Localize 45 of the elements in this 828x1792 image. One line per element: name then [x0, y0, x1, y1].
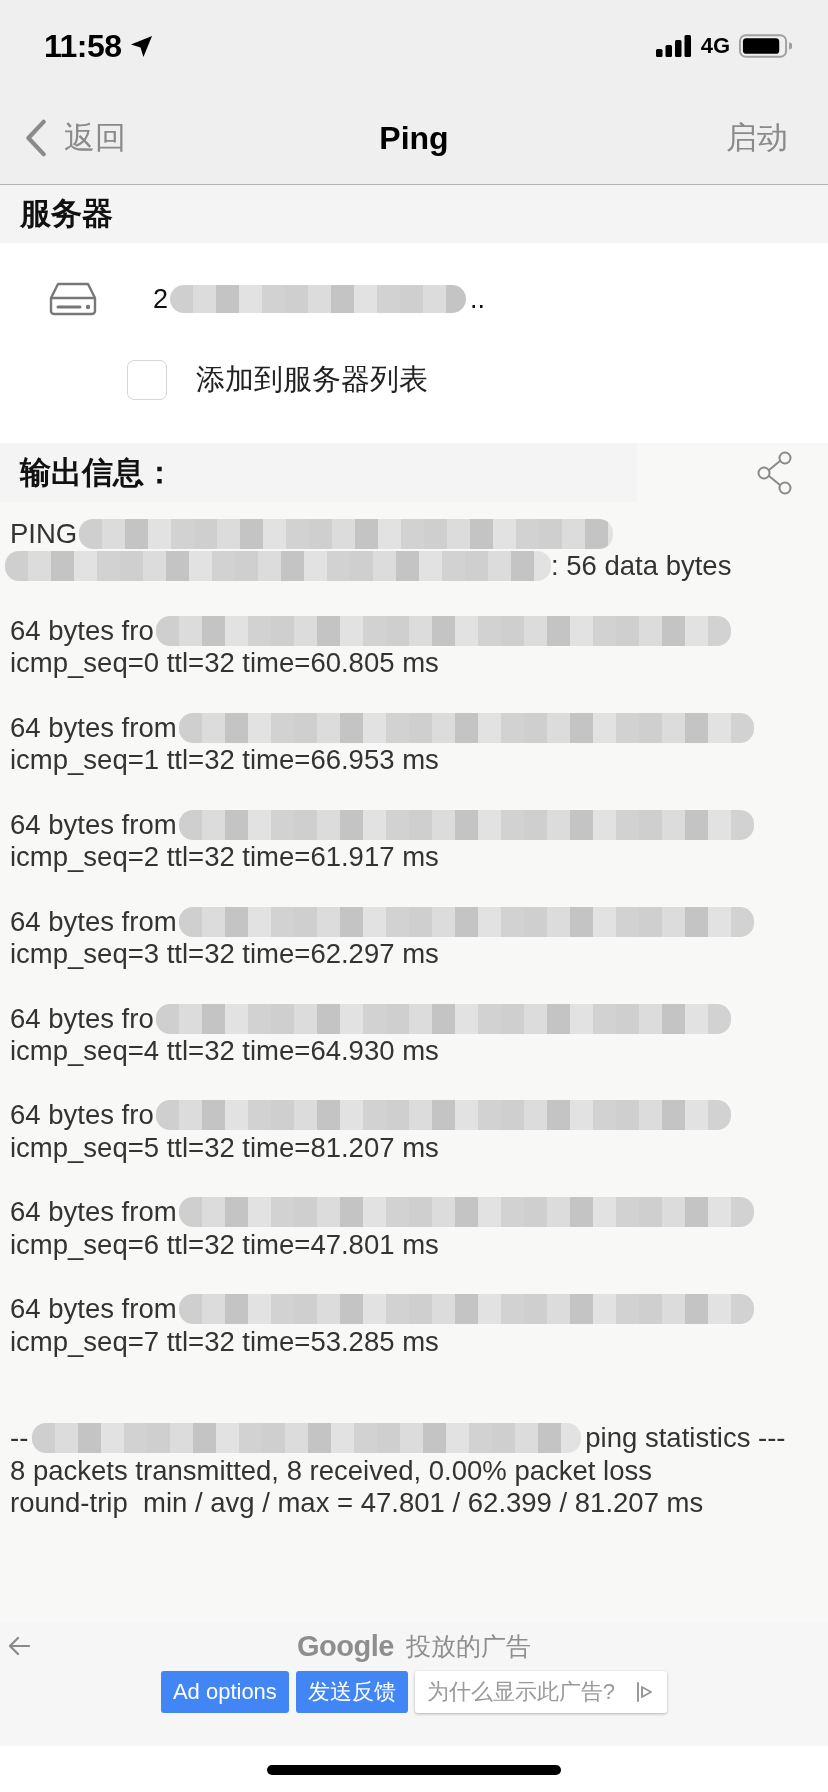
ad-button[interactable]: Ad options [160, 1671, 289, 1713]
output-text: icmp_seq=3 ttl=32 time=62.297 ms [10, 938, 439, 970]
output-text: icmp_seq=1 ttl=32 time=66.953 ms [10, 744, 439, 777]
output-text: 64 bytes from [10, 808, 177, 841]
output-text: 64 bytes fro [10, 615, 154, 648]
output-text: icmp_seq=2 ttl=32 time=61.917 ms [10, 841, 439, 874]
ad-button[interactable]: 为什么显示此广告? [414, 1671, 668, 1713]
drive-icon [49, 282, 97, 316]
output-text: PING [10, 518, 78, 551]
output-text: round-trip min / avg / max = 47.801 / 62.399 / 81.207 ms [10, 1487, 704, 1520]
checkbox[interactable] [127, 360, 167, 400]
output-text: 8 packets transmitted, 8 received, 0.00% packet loss [10, 1454, 652, 1487]
output-text: ping statistics --- [585, 1422, 786, 1455]
output-text: 64 bytes fro [10, 1099, 154, 1132]
output-text: -- [10, 1422, 29, 1455]
checkbox-label: 添加到服务器列表 [196, 362, 428, 397]
page-title: Ping [379, 119, 449, 157]
output-text: 64 bytes from [10, 711, 177, 744]
output-text: 64 bytes fro [10, 1002, 154, 1035]
section-title: 服务器 [20, 195, 113, 233]
output-text: icmp_seq=5 ttl=32 time=81.207 ms [10, 1131, 439, 1164]
output-text: icmp_seq=4 ttl=32 time=64.930 ms [10, 1034, 439, 1067]
output-text: icmp_seq=7 ttl=32 time=53.285 ms [10, 1325, 439, 1358]
address-text: .. [470, 283, 486, 315]
address-text: 2 [153, 283, 169, 315]
output-text: icmp_seq=0 ttl=32 time=60.805 ms [10, 647, 439, 680]
share-icon[interactable] [757, 450, 793, 495]
signal-icon [655, 35, 692, 57]
brand-name: Google [297, 1629, 394, 1663]
chevron-left-icon [24, 119, 48, 157]
output-text: : 56 data bytes [551, 550, 732, 583]
section-title: 输出信息： [20, 453, 175, 492]
output-text: 64 bytes from [10, 905, 177, 938]
network-label: 4G [700, 33, 730, 59]
location-arrow-icon [129, 34, 153, 58]
output-text: icmp_seq=6 ttl=32 time=47.801 ms [10, 1228, 439, 1261]
output-text: 64 bytes from [10, 1293, 177, 1326]
battery-icon [739, 34, 792, 58]
back-button[interactable]: 返回 [24, 117, 126, 159]
start-button[interactable]: 启动 [726, 117, 788, 159]
clock-time: 11:58 [44, 27, 122, 65]
output-text: 64 bytes from [10, 1196, 177, 1229]
back-arrow-icon[interactable] [8, 1636, 30, 1656]
ad-button[interactable]: 发送反馈 [295, 1671, 408, 1713]
ad-caption: 投放的广告 [405, 1630, 531, 1662]
